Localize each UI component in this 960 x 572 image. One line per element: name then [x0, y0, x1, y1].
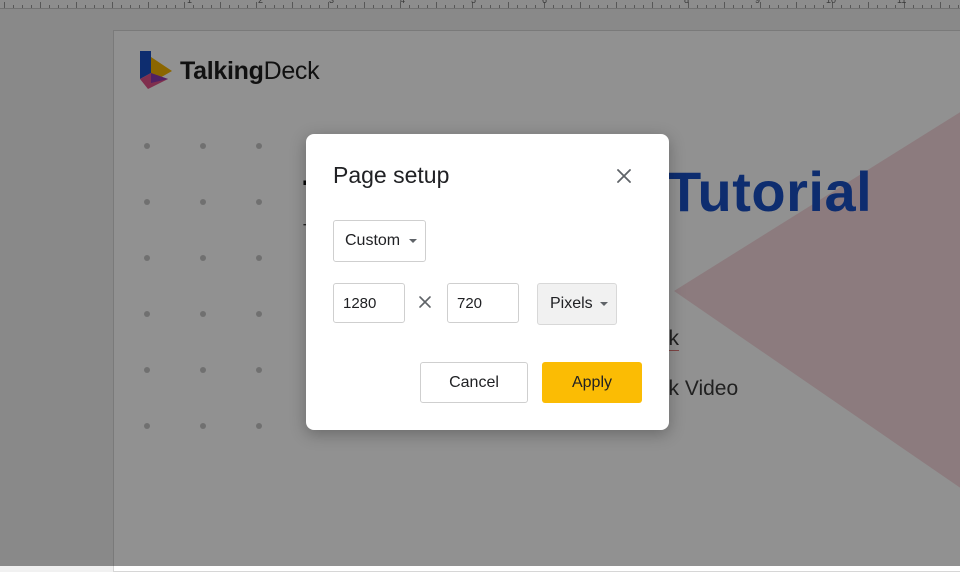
width-input[interactable] — [333, 283, 405, 323]
close-icon — [617, 169, 631, 183]
page-setup-dialog: Page setup Custom Pixels Cancel Apply — [306, 134, 669, 430]
size-preset-dropdown[interactable]: Custom — [333, 220, 426, 262]
chevron-down-icon — [409, 239, 417, 243]
unit-dropdown[interactable]: Pixels — [537, 283, 617, 325]
chevron-down-icon — [600, 302, 608, 306]
height-input[interactable] — [447, 283, 519, 323]
cancel-button[interactable]: Cancel — [420, 362, 528, 403]
dialog-title: Page setup — [333, 162, 450, 188]
size-preset-value: Custom — [345, 232, 401, 249]
unit-value: Pixels — [550, 295, 593, 312]
close-button[interactable] — [611, 163, 637, 189]
apply-button[interactable]: Apply — [542, 362, 642, 403]
multiply-icon — [419, 296, 431, 308]
